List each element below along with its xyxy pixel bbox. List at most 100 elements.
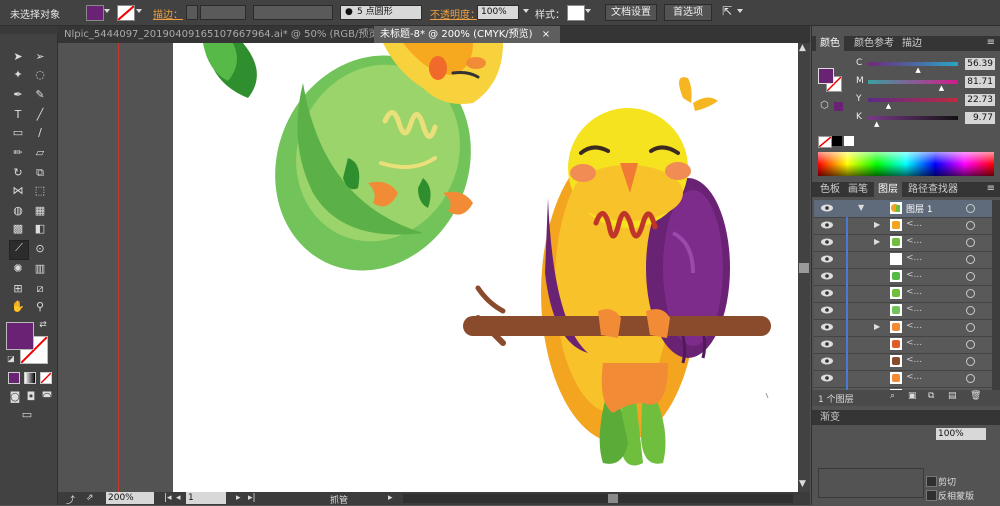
channel-m[interactable]: M ▲ 81.71: [852, 76, 1000, 92]
symbol-sprayer-icon[interactable]: ✺: [11, 262, 25, 276]
expand-arrow-icon[interactable]: ▼: [858, 203, 864, 212]
sublayer-row[interactable]: <...: [814, 353, 992, 371]
tab-color-guide[interactable]: 颜色参考: [850, 36, 898, 51]
target-icon[interactable]: [966, 204, 975, 213]
scale-tool-icon[interactable]: ⧉: [33, 166, 47, 180]
line-tool-icon[interactable]: ╱: [33, 108, 47, 122]
next-page-icon[interactable]: ▸: [236, 493, 241, 503]
export-icon[interactable]: ⤴: [66, 493, 75, 506]
horizontal-scroll-thumb[interactable]: [608, 494, 618, 503]
sublayer-row[interactable]: <...: [814, 370, 992, 388]
layer-name[interactable]: 图层 1: [906, 202, 933, 215]
clipping-mask-icon[interactable]: ▣: [908, 391, 917, 401]
screen-mode-icon[interactable]: ▭: [20, 408, 34, 422]
target-icon[interactable]: [966, 340, 975, 349]
zoom-tool-icon[interactable]: ⚲: [33, 300, 47, 314]
gradient-tool-icon[interactable]: ◧: [33, 222, 47, 236]
hand-tool-icon[interactable]: ✋: [11, 300, 25, 314]
direct-selection-tool-icon[interactable]: ➢: [33, 50, 47, 64]
sublayer-row[interactable]: <...: [814, 336, 992, 354]
opacity-label[interactable]: 不透明度：: [430, 6, 480, 21]
opacity-dropdown-icon[interactable]: [523, 9, 529, 13]
share-icon[interactable]: ⇗: [86, 493, 94, 503]
target-icon[interactable]: [966, 323, 975, 332]
sublayer-name[interactable]: <...: [906, 355, 922, 365]
panel-menu-icon[interactable]: ≡: [987, 183, 995, 194]
eyedropper-icon[interactable]: ⟋: [9, 240, 29, 260]
layers-scrollbar[interactable]: [992, 200, 1000, 390]
tab-untitled-8[interactable]: 未标题-8* @ 200% (CMYK/预览) ×: [374, 26, 560, 43]
delete-layer-icon[interactable]: 🗑: [970, 391, 981, 401]
pencil-icon[interactable]: ✏: [11, 146, 25, 160]
target-icon[interactable]: [966, 374, 975, 383]
prev-page-icon[interactable]: ◂: [176, 493, 181, 503]
target-icon[interactable]: [966, 272, 975, 281]
eye-icon[interactable]: [821, 203, 833, 213]
opacity-field[interactable]: 100%: [477, 5, 519, 20]
slider-knob-icon[interactable]: ▲: [886, 102, 891, 110]
selection-tool-icon[interactable]: ➤: [11, 50, 25, 64]
tab-layers[interactable]: 图层: [874, 182, 902, 197]
new-sublayer-icon[interactable]: ⧉: [928, 391, 934, 401]
rectangle-tool-icon[interactable]: ▭: [11, 126, 25, 140]
sublayer-name[interactable]: <...: [906, 236, 922, 246]
slider-knob-icon[interactable]: ▲: [874, 120, 879, 128]
sublayer-row[interactable]: <...: [814, 251, 992, 269]
expand-arrow-icon[interactable]: ▶: [874, 237, 880, 246]
tab-color[interactable]: 颜色: [816, 36, 844, 51]
vertical-scrollbar[interactable]: ▲ ▼: [798, 43, 810, 492]
transparency-opacity-field[interactable]: 100%: [936, 428, 986, 440]
canvas-area[interactable]: [58, 43, 798, 492]
last-page-icon[interactable]: ▸|: [248, 493, 256, 503]
paintbrush-icon[interactable]: ∕: [33, 126, 47, 140]
tab-pathfinder[interactable]: 路径查找器: [904, 182, 962, 197]
channel-value[interactable]: 56.39: [965, 58, 995, 70]
target-icon[interactable]: [966, 221, 975, 230]
eye-icon[interactable]: [821, 237, 833, 247]
tab-nlpic-document[interactable]: Nlpic_5444097_20190409165107667964.ai* @…: [58, 26, 400, 43]
arrange-icon[interactable]: ⇱: [722, 4, 732, 18]
eye-icon[interactable]: [821, 220, 833, 230]
magic-wand-icon[interactable]: ✦: [11, 68, 25, 82]
first-page-icon[interactable]: |◂: [164, 493, 172, 503]
status-menu-icon[interactable]: ▸: [388, 493, 393, 503]
sublayer-name[interactable]: <...: [906, 219, 922, 229]
eye-icon[interactable]: [821, 271, 833, 281]
sublayer-name[interactable]: <...: [906, 287, 922, 297]
sublayer-row[interactable]: <...: [814, 268, 992, 286]
brush-definition-dropdown[interactable]: ● 5 点圆形: [340, 5, 422, 20]
channel-track[interactable]: ▲: [868, 80, 958, 92]
expand-arrow-icon[interactable]: ▶: [874, 220, 880, 229]
eye-icon[interactable]: [821, 305, 833, 315]
target-icon[interactable]: [966, 255, 975, 264]
scroll-up-icon[interactable]: ▲: [799, 43, 806, 53]
sublayer-row[interactable]: ▶ <...: [814, 217, 992, 235]
invert-mask-checkbox[interactable]: [926, 490, 937, 501]
eye-icon[interactable]: [821, 339, 833, 349]
fill-color-box[interactable]: [6, 322, 34, 350]
variable-width-profile[interactable]: [253, 5, 333, 20]
eye-icon[interactable]: [821, 373, 833, 383]
channel-value[interactable]: 9.77: [965, 112, 995, 124]
target-icon[interactable]: [966, 306, 975, 315]
sublayer-name[interactable]: <...: [906, 304, 922, 314]
channel-track[interactable]: ▲: [868, 62, 958, 74]
artboard-tool-icon[interactable]: ⊞: [11, 282, 25, 296]
sublayer-name[interactable]: <...: [906, 372, 922, 382]
panel-menu-icon[interactable]: ≡: [987, 37, 995, 48]
scroll-down-icon[interactable]: ▼: [799, 479, 806, 489]
channel-value[interactable]: 22.73: [965, 94, 995, 106]
zoom-field[interactable]: 200%: [106, 492, 154, 504]
stroke-label[interactable]: 描边：: [153, 6, 183, 21]
slice-tool-icon[interactable]: ⧄: [33, 282, 47, 296]
color-panel-fill[interactable]: [818, 68, 834, 84]
free-transform-icon[interactable]: ⬚: [33, 184, 47, 198]
slider-knob-icon[interactable]: ▲: [915, 66, 920, 74]
arrange-dropdown-icon[interactable]: [737, 9, 743, 13]
fill-dropdown-icon[interactable]: [104, 9, 110, 13]
shape-builder-icon[interactable]: ◍: [11, 204, 25, 218]
tab-brushes[interactable]: 画笔: [844, 182, 872, 197]
tab-stroke[interactable]: 描边: [898, 36, 926, 51]
sublayer-row[interactable]: ▶ <...: [814, 319, 992, 337]
pen-tool-icon[interactable]: ✒: [11, 88, 25, 102]
